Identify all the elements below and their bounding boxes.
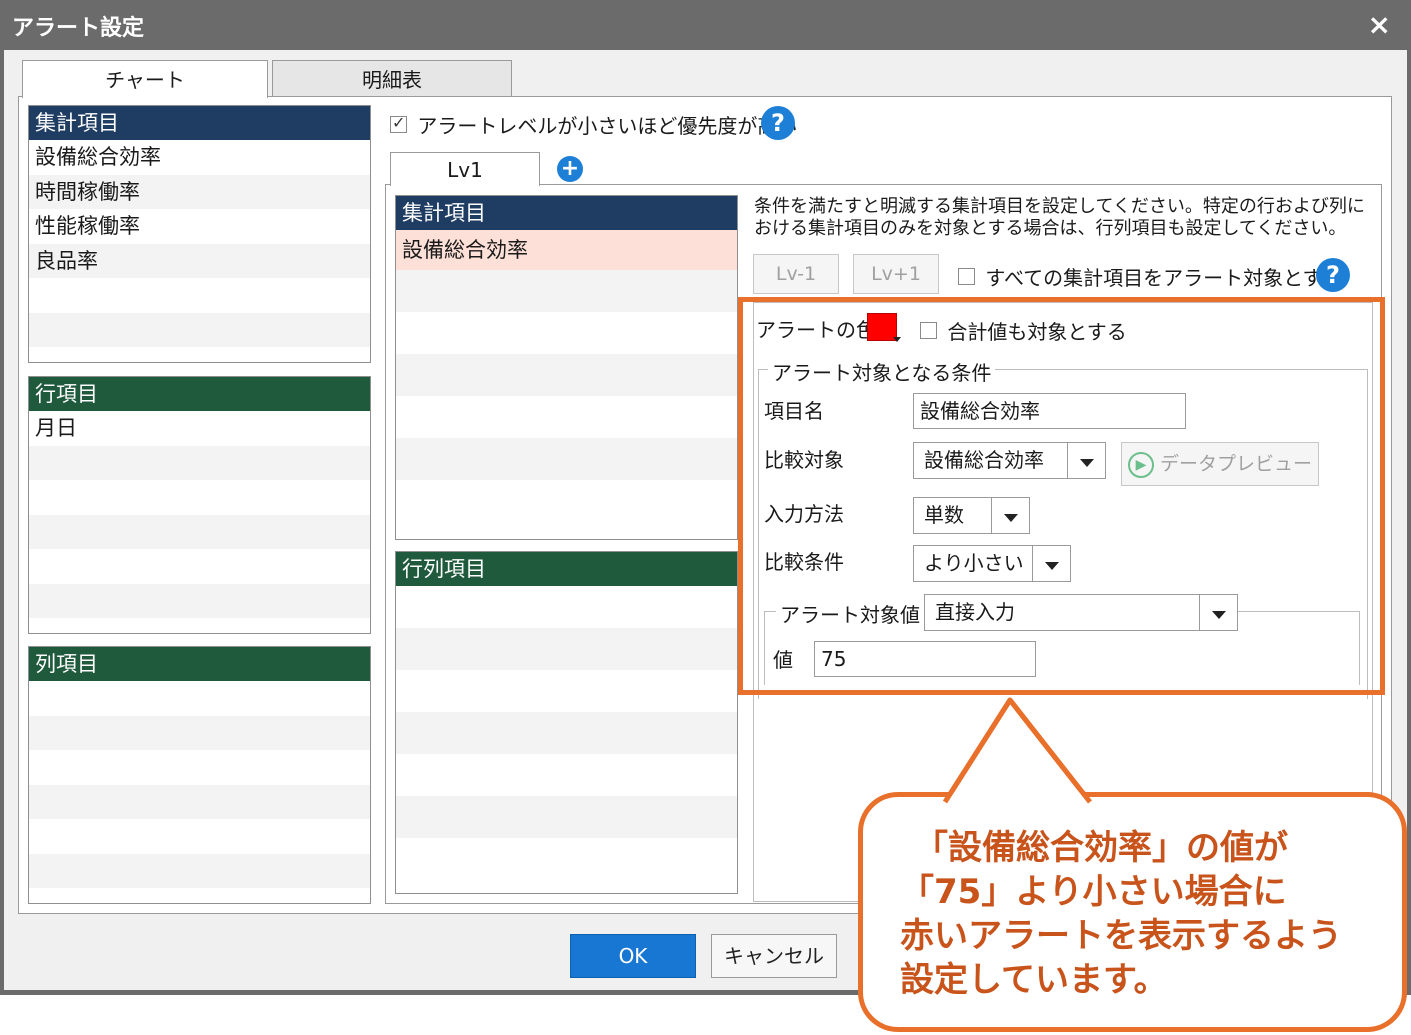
callout-line-3: 赤いアラートを表示するよう (900, 916, 1342, 956)
tab-chart[interactable]: チャート (22, 60, 268, 98)
callout-line-1: 「設備総合効率」の値が (914, 828, 1288, 868)
tab-level-1-label: Lv1 (447, 158, 483, 182)
callout-text: 「設備総合効率」の値が 「75」より小さい場合に 赤いアラートを表示するよう 設… (900, 826, 1400, 1002)
tab-level-1[interactable]: Lv1 (390, 152, 540, 186)
callout-line-2: 「75」より小さい場合に (900, 872, 1287, 912)
callout-line-4: 設定しています。 (900, 960, 1168, 1000)
tab-chart-label: チャート (105, 68, 185, 92)
